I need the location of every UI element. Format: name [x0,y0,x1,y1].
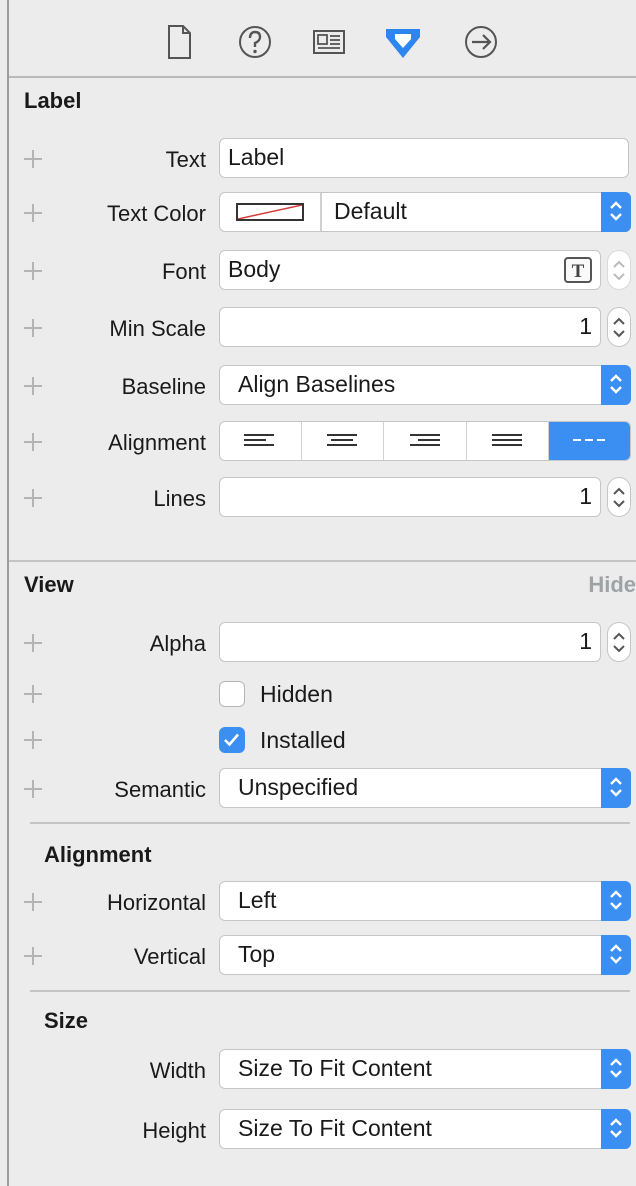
vertical-label: Vertical [133,944,206,969]
font-label: Font [161,259,206,284]
horizontal-variation-add-icon[interactable] [24,893,42,911]
alignment-label: Alignment [108,430,206,455]
height-popup[interactable]: Size To Fit Content [219,1109,631,1149]
toolbar-separator [9,76,636,78]
vertical-alignment-popup[interactable]: Top [219,935,631,975]
text-color-value: Default [334,198,407,224]
align-natural-button[interactable] [548,422,630,460]
lines-field[interactable]: 1 [219,477,601,517]
alpha-label: Alpha [149,631,206,656]
alpha-variation-add-icon[interactable] [24,634,42,652]
alignment-variation-add-icon[interactable] [24,433,42,451]
vertical-value: Top [238,941,276,967]
semantic-variation-add-icon[interactable] [24,780,42,798]
subsection-divider [30,822,630,824]
font-variation-add-icon[interactable] [24,262,42,280]
font-field[interactable]: Body T [219,250,601,290]
hidden-checkbox[interactable] [219,681,245,707]
baseline-value: Align Baselines [238,371,396,397]
installed-variation-add-icon[interactable] [24,731,42,749]
horizontal-alignment-popup[interactable]: Left [219,881,631,921]
text-variation-add-icon[interactable] [24,150,42,168]
popup-arrows-icon [601,881,631,921]
align-right-button[interactable] [384,422,467,460]
popup-arrows-icon [601,935,631,975]
panel-left-border [7,0,9,1186]
height-label: Height [142,1118,206,1143]
font-size-stepper[interactable] [607,250,631,290]
hidden-label: Hidden [260,681,333,707]
hidden-variation-add-icon[interactable] [24,685,42,703]
color-swatch-icon [236,203,304,221]
semantic-popup[interactable]: Unspecified [219,768,631,808]
connections-inspector-icon[interactable] [461,22,501,62]
horizontal-value: Left [238,887,277,913]
width-label: Width [149,1058,206,1083]
label-section-title: Label [24,88,82,113]
color-popup-divider [320,193,322,231]
quick-help-icon[interactable] [235,22,275,62]
font-picker-icon[interactable]: T [564,257,592,283]
align-right-icon [410,434,441,446]
popup-arrows-icon [601,192,631,232]
size-section-title: Size [44,1008,89,1033]
checkmark-icon [224,733,239,747]
popup-arrows-icon [601,1049,631,1089]
semantic-label: Semantic [114,777,206,802]
align-justified-button[interactable] [467,422,549,460]
text-field[interactable]: Label [219,138,629,178]
alpha-field[interactable]: 1 [219,622,601,662]
align-center-icon [327,434,358,446]
inspector-toolbar [9,0,636,76]
align-center-button[interactable] [302,422,385,460]
min-scale-variation-add-icon[interactable] [24,319,42,337]
alignment-segmented-control[interactable] [219,421,631,461]
align-left-button[interactable] [220,422,303,460]
align-natural-icon [572,439,605,441]
subsection-divider [30,990,630,992]
svg-text:T: T [572,261,585,281]
horizontal-label: Horizontal [106,890,206,915]
align-left-icon [244,434,274,446]
installed-checkbox[interactable] [219,727,245,753]
baseline-label: Baseline [121,374,206,399]
alignment-section-title: Alignment [44,842,152,867]
min-scale-stepper[interactable] [607,307,631,347]
lines-stepper[interactable] [607,477,631,517]
lines-label: Lines [153,486,206,511]
min-scale-label: Min Scale [109,316,206,341]
text-color-label: Text Color [106,201,206,226]
alpha-stepper[interactable] [607,622,631,662]
text-label: Text [165,147,206,172]
width-popup[interactable]: Size To Fit Content [219,1049,631,1089]
view-section-title: View [24,572,74,597]
popup-arrows-icon [601,365,631,405]
section-divider [9,560,636,562]
baseline-variation-add-icon[interactable] [24,377,42,395]
installed-label: Installed [260,727,346,753]
baseline-popup[interactable]: Align Baselines [219,365,631,405]
file-inspector-icon[interactable] [159,22,199,62]
popup-arrows-icon [601,1109,631,1149]
vertical-variation-add-icon[interactable] [24,947,42,965]
font-value: Body [228,256,281,282]
identity-inspector-icon[interactable] [309,22,349,62]
width-value: Size To Fit Content [238,1055,432,1081]
attributes-inspector-icon[interactable] [383,22,423,62]
semantic-value: Unspecified [238,774,359,800]
height-value: Size To Fit Content [238,1115,432,1141]
align-justified-icon [491,434,522,446]
text-color-variation-add-icon[interactable] [24,204,42,222]
lines-variation-add-icon[interactable] [24,489,42,507]
popup-arrows-icon [601,768,631,808]
min-scale-field[interactable]: 1 [219,307,601,347]
text-color-popup[interactable]: Default [219,192,631,232]
hide-section-button[interactable]: Hide [588,572,636,598]
